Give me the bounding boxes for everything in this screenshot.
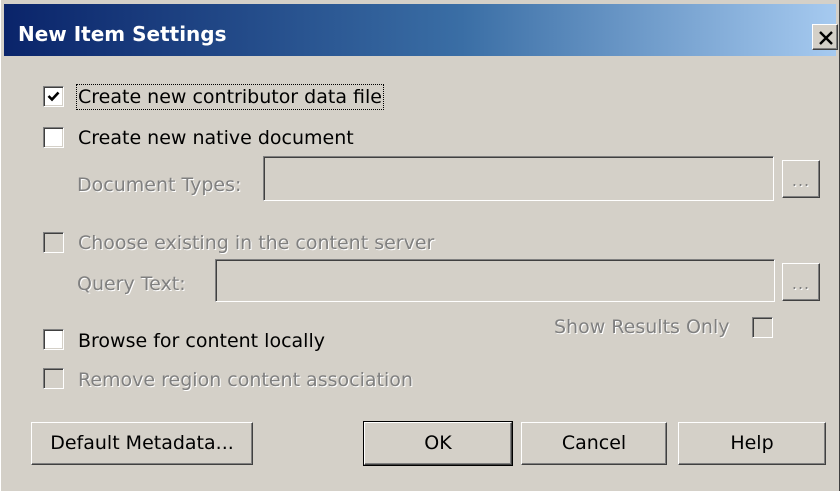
show-results-only-label[interactable]: Show Results Only xyxy=(554,316,729,338)
title-bar[interactable]: New Item Settings xyxy=(4,4,838,56)
close-icon xyxy=(819,31,833,45)
choose-existing-label[interactable]: Choose existing in the content server xyxy=(78,232,434,254)
cancel-button[interactable]: Cancel xyxy=(521,422,667,465)
window-title: New Item Settings xyxy=(18,22,227,46)
browse-local-label[interactable]: Browse for content locally xyxy=(78,330,325,352)
create-contributor-checkbox[interactable] xyxy=(43,86,64,107)
default-metadata-button[interactable]: Default Metadata... xyxy=(31,422,253,465)
ok-button[interactable]: OK xyxy=(363,421,513,466)
create-native-label[interactable]: Create new native document xyxy=(78,127,354,149)
document-types-label: Document Types: xyxy=(77,174,242,196)
window-left-border xyxy=(0,0,4,491)
remove-association-label[interactable]: Remove region content association xyxy=(78,369,413,391)
dialog-window: New Item Settings Create new contributor… xyxy=(0,0,840,491)
choose-existing-checkbox[interactable] xyxy=(43,232,64,253)
query-text-browse-button[interactable]: ... xyxy=(782,263,820,301)
close-button[interactable] xyxy=(812,24,838,50)
document-types-browse-button[interactable]: ... xyxy=(782,160,820,198)
create-native-checkbox[interactable] xyxy=(43,127,64,148)
checkmark-icon xyxy=(47,91,60,102)
document-types-field[interactable] xyxy=(263,156,774,201)
help-button[interactable]: Help xyxy=(678,422,826,465)
remove-association-checkbox[interactable] xyxy=(43,368,64,389)
show-results-only-checkbox[interactable] xyxy=(752,317,773,338)
query-text-field[interactable] xyxy=(215,259,775,302)
window-right-border xyxy=(836,0,840,491)
browse-local-checkbox[interactable] xyxy=(43,329,64,350)
create-contributor-label[interactable]: Create new contributor data file xyxy=(76,84,384,110)
query-text-label: Query Text: xyxy=(77,273,186,295)
create-contributor-text: Create new contributor data file xyxy=(78,86,382,108)
